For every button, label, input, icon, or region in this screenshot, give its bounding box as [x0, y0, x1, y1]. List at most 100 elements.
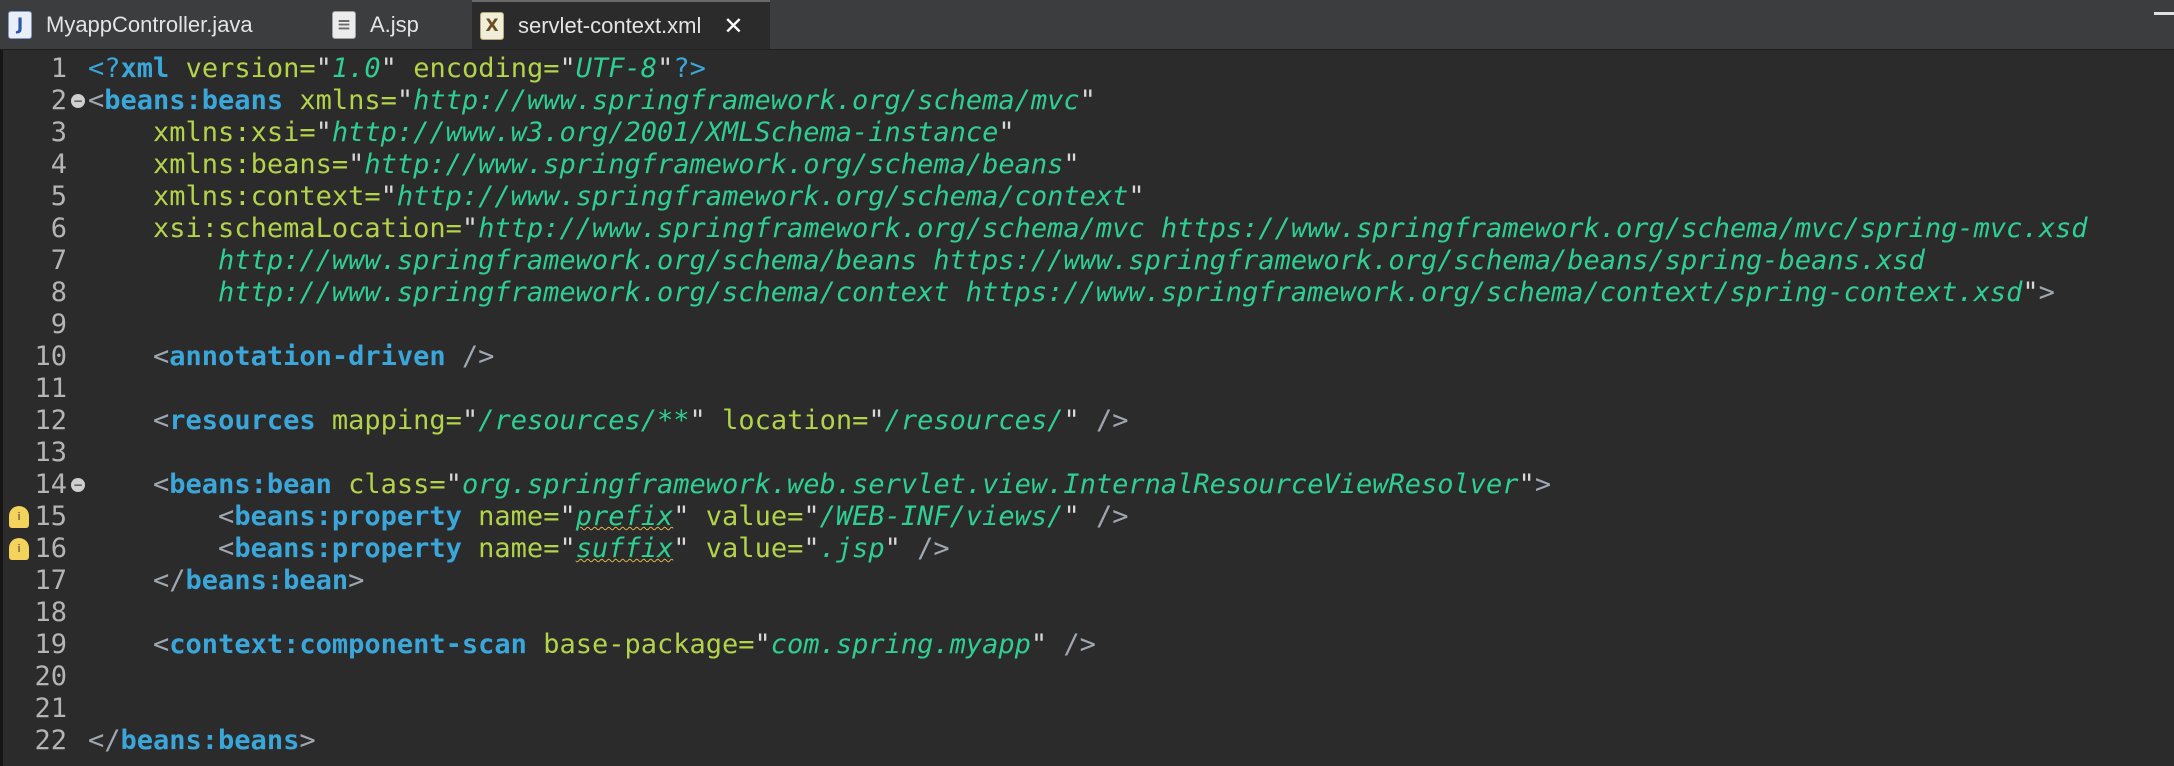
xml-quote: " [1063, 149, 1080, 180]
xml-quote: " [657, 53, 674, 84]
xml-quote: " [348, 149, 365, 180]
xml-attribute-value: 1.0 [331, 53, 381, 84]
xml-quote: " [559, 501, 576, 532]
xml-quote: " [884, 533, 901, 564]
xml-punctuation: /> [1095, 405, 1129, 436]
xml-quote: " [559, 533, 576, 564]
tab-label: servlet-context.xml [518, 12, 702, 38]
xml-punctuation: </ [153, 565, 186, 596]
xml-tag-name: beans:beans [104, 85, 284, 116]
tab-myapp-controller-java[interactable]: J MyappController.java [8, 0, 324, 49]
xml-attribute-name: class [348, 469, 430, 500]
xml-quote: " [445, 469, 462, 500]
xml-quote: " [380, 181, 397, 212]
line-number: 22 [34, 725, 67, 756]
xml-quote: " [559, 53, 576, 84]
code-line: xmlns:beans="http://www.springframework.… [88, 149, 1080, 181]
xml-declaration: ?> [673, 53, 706, 84]
xml-attribute-value: http://www.springframework.org/schema/mv… [478, 213, 2088, 244]
xml-attribute-value: .jsp [819, 533, 885, 564]
xml-equals: = [787, 533, 804, 564]
xml-declaration: <? [88, 53, 121, 84]
xml-quote: " [998, 117, 1015, 148]
xml-attribute-name: encoding [413, 53, 544, 84]
xml-quote: " [2022, 277, 2039, 308]
xml-source-editor[interactable]: 1 2−3 4 5 6 7 8 9 10 11 12 13 14−15 i 16 i 17 18 19 20 21 22 … [0, 50, 2174, 766]
xml-quote: " [673, 533, 690, 564]
xml-equals: = [543, 501, 560, 532]
xml-attribute-name: version [185, 53, 300, 84]
xml-attribute-value: /resources/** [478, 405, 690, 436]
collapse-fold-icon[interactable]: − [71, 478, 85, 492]
java-file-icon: J [8, 10, 32, 39]
code-line: <beans:property name="suffix" value=".js… [88, 533, 950, 565]
xml-punctuation: /> [917, 533, 950, 564]
tab-servlet-context-xml[interactable]: X servlet-context.xml ✕ [472, 0, 770, 49]
code-line: <beans:beans xmlns="http://www.springfra… [88, 85, 1096, 117]
line-number: 14 [34, 469, 67, 500]
xml-equals: = [299, 117, 316, 148]
line-number: 7 [50, 245, 67, 276]
xml-equals: = [380, 85, 397, 116]
xml-tag-name: resources [169, 405, 316, 436]
xml-attribute-value: UTF-8 [575, 53, 658, 84]
lightbulb-warning-icon[interactable]: i [9, 538, 29, 560]
xml-punctuation: < [153, 341, 170, 372]
code-line: <beans:bean class="org.springframework.w… [88, 469, 1551, 501]
lightbulb-warning-icon[interactable]: i [9, 506, 29, 528]
xml-quote: " [315, 53, 332, 84]
xml-attribute-name: value [705, 501, 788, 532]
xml-equals: = [543, 533, 560, 564]
xml-punctuation: < [88, 85, 105, 116]
line-number: 19 [34, 629, 67, 660]
line-number: 18 [34, 597, 67, 628]
xml-equals: = [445, 213, 462, 244]
tab-a-jsp[interactable]: ≡ A.jsp [332, 0, 472, 49]
xml-attribute-name: xsi:schemaLocation [153, 213, 446, 244]
xml-punctuation: > [348, 565, 365, 596]
line-number: 17 [34, 565, 67, 596]
xml-quote: " [1128, 181, 1145, 212]
xml-punctuation: </ [88, 725, 121, 756]
xml-attribute-name: mapping [331, 405, 446, 436]
xml-quote: " [803, 533, 820, 564]
xml-quote: " [396, 85, 414, 116]
code-line: <annotation-driven /> [88, 341, 494, 373]
xml-attribute-value: com.spring.myapp [770, 629, 1031, 660]
xml-attribute-name: value [705, 533, 788, 564]
xml-quote: " [754, 629, 771, 660]
line-number: 2 [50, 85, 67, 116]
xml-attribute-name: xmlns:xsi [153, 117, 300, 148]
close-icon[interactable]: ✕ [723, 12, 743, 40]
xml-punctuation: < [153, 629, 170, 660]
xml-attribute-value: prefix [575, 501, 674, 532]
xml-equals: = [429, 469, 446, 500]
xml-attribute-value: http://www.springframework.org/schema/mv… [413, 85, 1080, 116]
xml-quote: " [1063, 405, 1080, 436]
xml-equals: = [445, 405, 462, 436]
line-number: 9 [50, 309, 67, 340]
xml-quote: " [803, 501, 820, 532]
xml-quote: " [1079, 85, 1096, 116]
code-line: </beans:beans> [88, 725, 316, 757]
minimize-icon[interactable] [2154, 12, 2174, 15]
xml-equals: = [543, 53, 560, 84]
xml-attribute-value: org.springframework.web.servlet.view.Int… [461, 469, 1519, 500]
xml-attribute-name: name [478, 501, 544, 532]
tab-label: MyappController.java [46, 11, 253, 37]
collapse-fold-icon[interactable]: − [71, 94, 85, 108]
xml-tag-name: context:component-scan [169, 629, 527, 660]
tab-label: A.jsp [370, 11, 419, 37]
